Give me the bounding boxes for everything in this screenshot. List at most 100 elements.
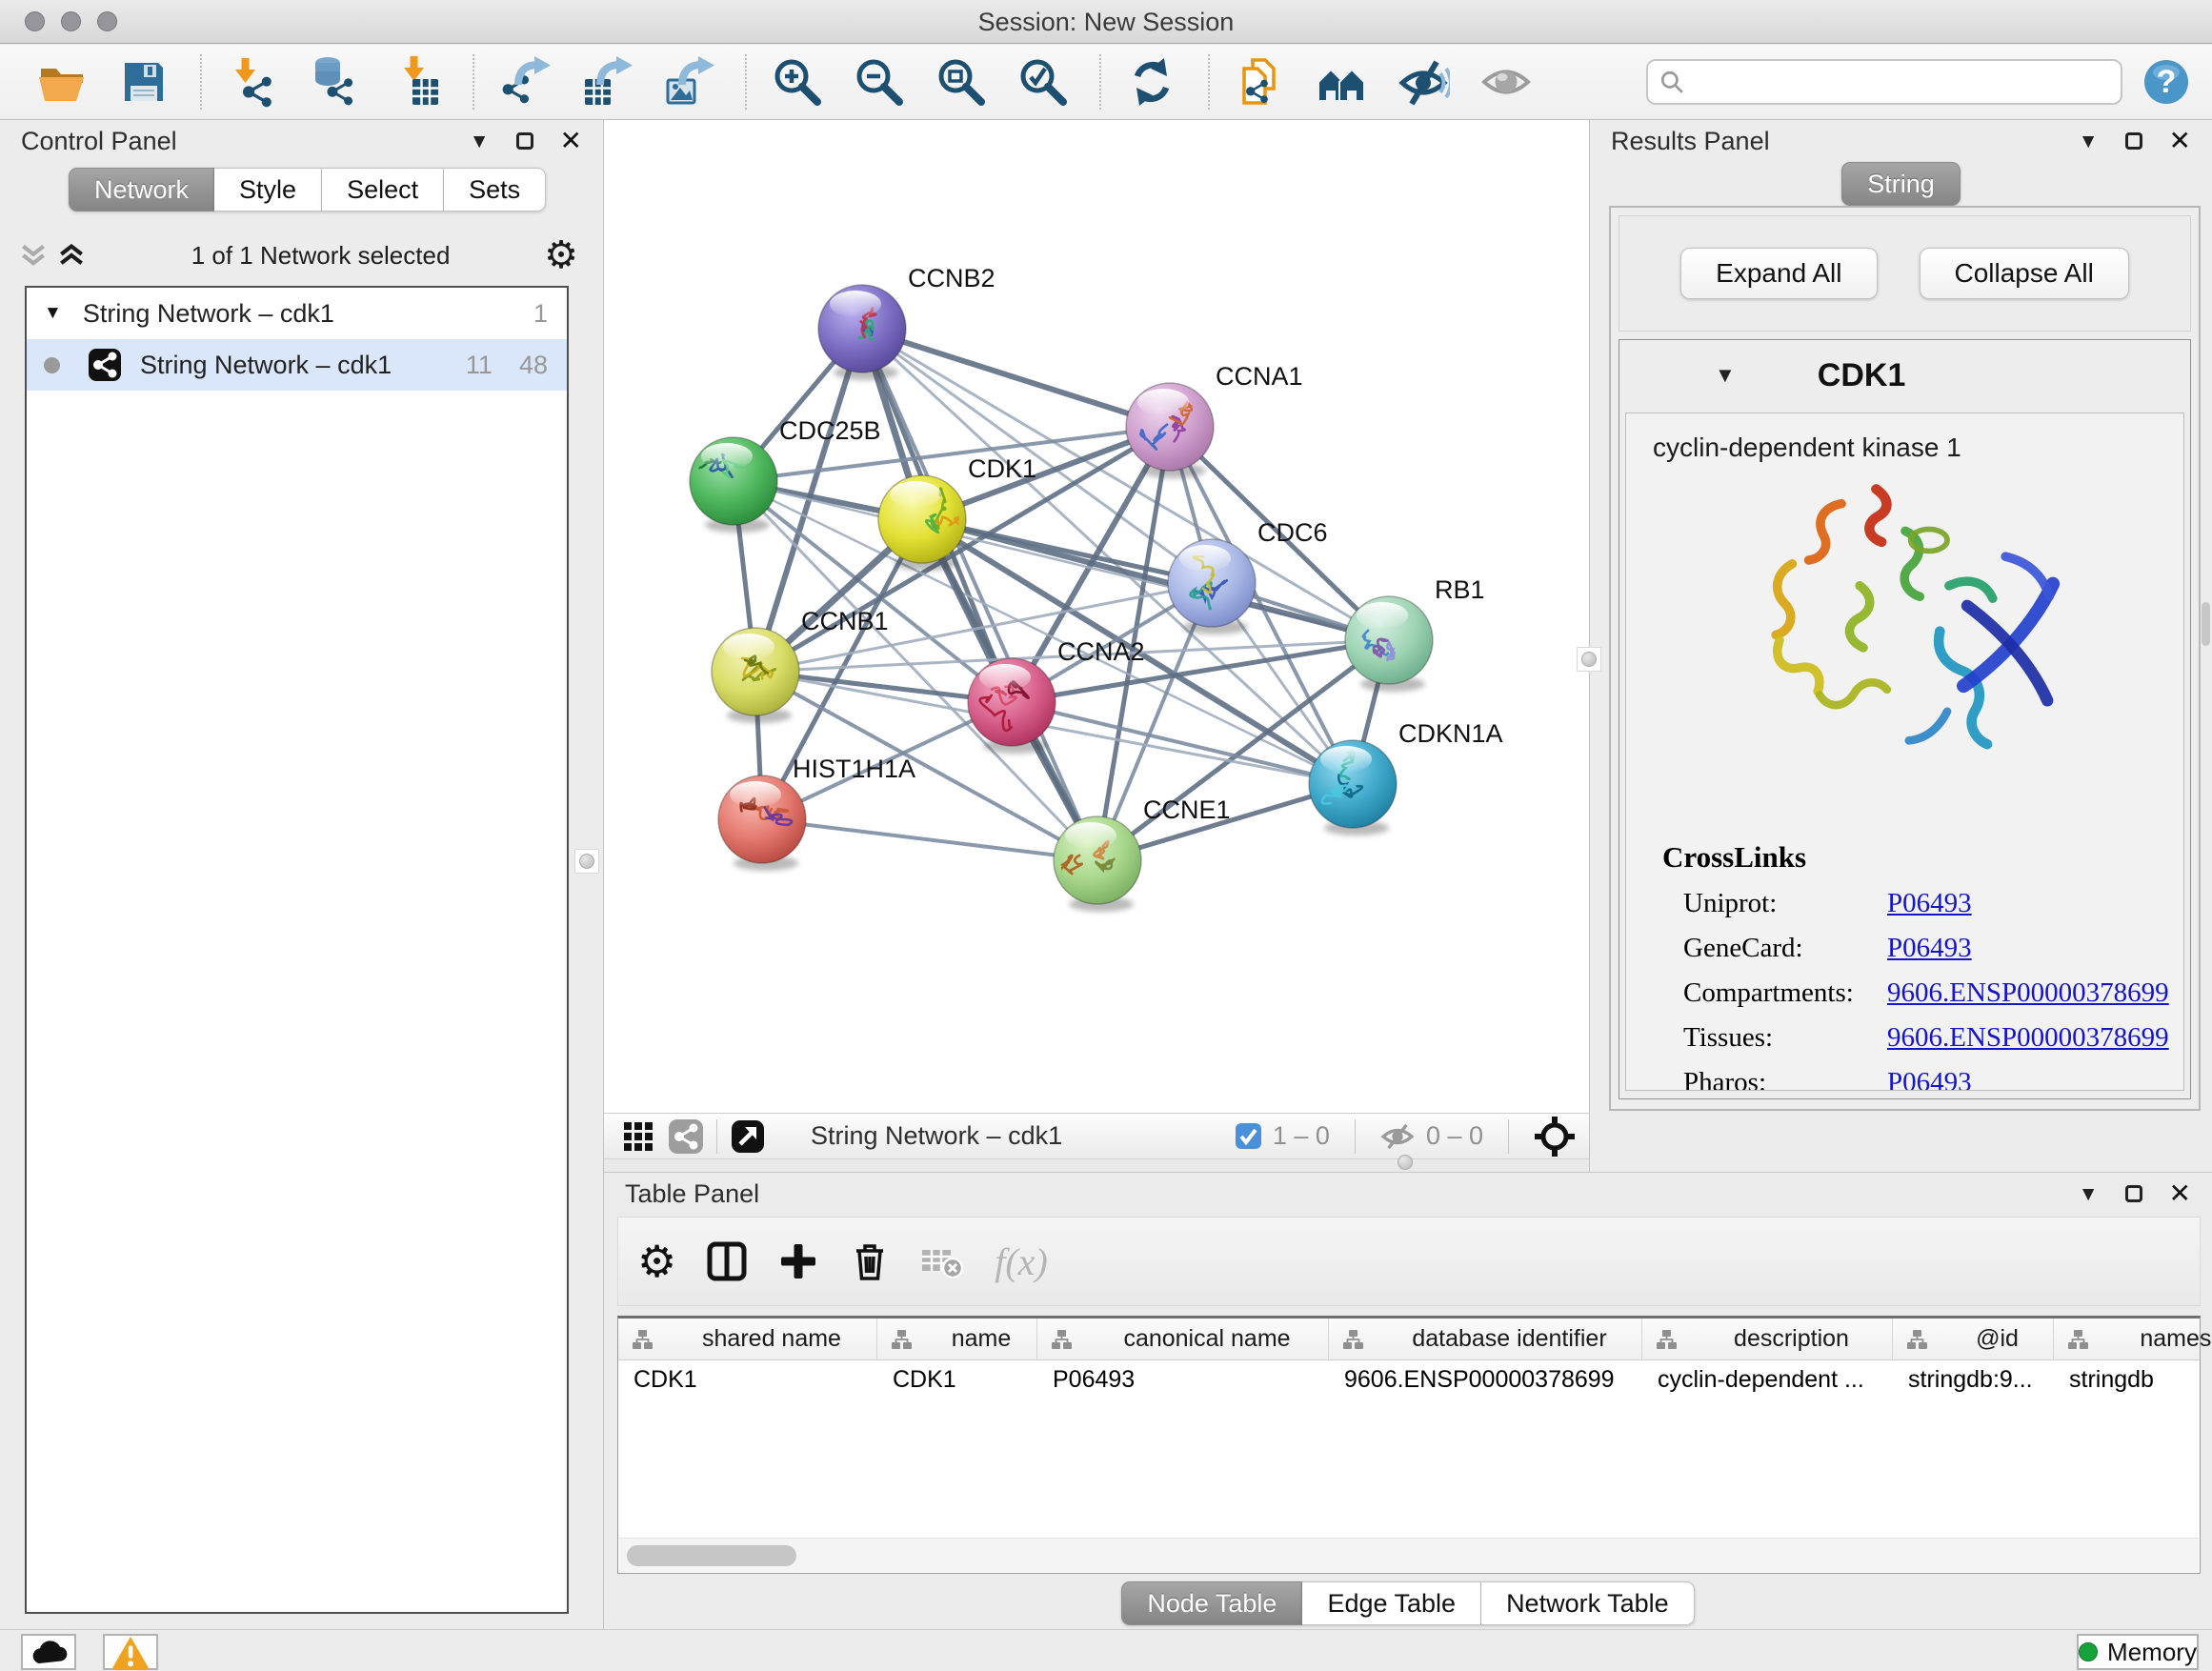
status-bar: Memory: [0, 1629, 2212, 1671]
collapse-all-icon[interactable]: [21, 244, 46, 267]
network-label: String Network – cdk1: [140, 351, 392, 380]
add-column-icon[interactable]: [777, 1240, 819, 1282]
memory-button[interactable]: Memory: [2077, 1634, 2199, 1670]
panel-float-icon[interactable]: [2125, 1185, 2142, 1202]
column-header-shared-name[interactable]: shared name: [618, 1319, 877, 1359]
selected-checkbox-icon[interactable]: [1236, 1123, 1261, 1149]
svg-text:?: ?: [2157, 64, 2177, 100]
tab-string[interactable]: String: [1841, 162, 1961, 206]
network-canvas[interactable]: CCNB2 CCNA1 CDC25B CDK1 CDC6 RB1 CCNB1: [604, 120, 1589, 1113]
first-neighbors-icon[interactable]: [1317, 56, 1368, 108]
delete-column-trash-icon[interactable]: [848, 1239, 892, 1283]
tab-network[interactable]: Network: [69, 168, 214, 211]
birdseye-view-icon[interactable]: [731, 1119, 765, 1154]
grid-view-icon[interactable]: [623, 1121, 654, 1152]
current-network-dot: [44, 357, 60, 373]
panel-close-icon[interactable]: ✕: [560, 128, 582, 154]
export-network-icon[interactable]: [499, 56, 551, 108]
clone-network-icon[interactable]: [1235, 56, 1286, 108]
node-label-RB1: RB1: [1435, 575, 1485, 604]
network-collection-row[interactable]: ▼ String Network – cdk1 1: [27, 288, 567, 339]
network-node-RB1[interactable]: RB1: [1345, 575, 1485, 692]
search-input[interactable]: [1646, 59, 2122, 105]
tab-network-table[interactable]: Network Table: [1481, 1581, 1695, 1625]
node-label-CCNE1: CCNE1: [1143, 795, 1231, 824]
cloud-button[interactable]: [21, 1634, 76, 1670]
network-badge-icon[interactable]: [669, 1119, 703, 1154]
help-icon[interactable]: ?: [2143, 59, 2189, 105]
panel-close-icon[interactable]: ✕: [2169, 1180, 2191, 1207]
results-scrollbar-thumb[interactable]: [2202, 602, 2210, 646]
import-table-icon[interactable]: [391, 56, 442, 108]
disclosure-triangle-icon[interactable]: ▼: [44, 303, 62, 324]
fit-selected-move-icon[interactable]: [1534, 1116, 1576, 1158]
horizontal-splitter[interactable]: [604, 1158, 1589, 1172]
zoom-selected-icon[interactable]: [1017, 56, 1069, 108]
network-node-HIST1H1A[interactable]: HIST1H1A: [718, 755, 915, 871]
node-label-CCNA1: CCNA1: [1216, 362, 1303, 391]
panel-float-icon[interactable]: [2125, 132, 2142, 150]
disclosure-triangle-icon[interactable]: ▼: [1715, 363, 1736, 388]
tab-edge-table[interactable]: Edge Table: [1302, 1581, 1481, 1625]
column-header-database-identifier[interactable]: database identifier: [1329, 1319, 1642, 1359]
collapse-all-button[interactable]: Collapse All: [1920, 248, 2129, 299]
panel-float-icon[interactable]: [516, 132, 533, 150]
export-table-icon[interactable]: [581, 56, 633, 108]
import-database-icon[interactable]: [309, 56, 360, 108]
bottom-splitter-handle[interactable]: [1394, 1155, 1417, 1170]
node-label-CCNB1: CCNB1: [801, 607, 889, 635]
refresh-icon[interactable]: [1126, 56, 1177, 108]
expand-all-button[interactable]: Expand All: [1680, 248, 1877, 299]
column-header-name[interactable]: name: [877, 1319, 1037, 1359]
show-eye-icon[interactable]: [1480, 56, 1532, 108]
open-folder-icon[interactable]: [36, 56, 88, 108]
crosslink-link[interactable]: P06493: [1887, 933, 1972, 964]
warnings-button[interactable]: [103, 1634, 158, 1670]
crosslink-link[interactable]: 9606.ENSP00000378699: [1887, 977, 2169, 1009]
crosslink-link[interactable]: 9606.ENSP00000378699: [1887, 1022, 2169, 1054]
table-settings-gear-icon[interactable]: ⚙: [637, 1239, 676, 1283]
export-image-icon[interactable]: [663, 56, 714, 108]
column-header-canonical-name[interactable]: canonical name: [1037, 1319, 1329, 1359]
network-node-CCNE1[interactable]: CCNE1: [1054, 795, 1231, 912]
gene-description: cyclin-dependent kinase 1: [1626, 413, 2183, 463]
table-cell: CDK1: [877, 1360, 1037, 1400]
tab-node-table[interactable]: Node Table: [1121, 1581, 1302, 1625]
save-icon[interactable]: [118, 56, 170, 108]
network-type-icon: [89, 349, 121, 381]
network-node-CDKN1A[interactable]: CDKN1A: [1309, 719, 1503, 836]
right-splitter-handle[interactable]: [1577, 647, 1601, 672]
column-header-namespace[interactable]: namespace: [2054, 1319, 2212, 1359]
network-view-toolbar: String Network – cdk1 1 – 0 0 – 0: [604, 1113, 1589, 1158]
network-options-gear-icon[interactable]: ⚙: [544, 236, 578, 274]
panel-collapse-icon[interactable]: ▼: [470, 131, 490, 151]
tab-style[interactable]: Style: [214, 168, 322, 211]
left-splitter-handle[interactable]: [574, 849, 599, 874]
tab-sets[interactable]: Sets: [444, 168, 546, 211]
expand-all-icon[interactable]: [59, 244, 84, 267]
hidden-eye-icon[interactable]: [1380, 1122, 1415, 1151]
function-builder-icon: f(x): [995, 1239, 1048, 1284]
panel-close-icon[interactable]: ✕: [2169, 128, 2191, 154]
crosslink-link[interactable]: P06493: [1887, 1067, 1972, 1091]
tab-select[interactable]: Select: [322, 168, 444, 211]
column-header-@id[interactable]: @id: [1893, 1319, 2054, 1359]
table-row[interactable]: CDK1CDK1P064939606.ENSP00000378699cyclin…: [618, 1360, 2200, 1400]
panel-collapse-icon[interactable]: ▼: [2079, 1184, 2099, 1204]
toolbar-separator: [1099, 54, 1101, 110]
crosslink-link[interactable]: P06493: [1887, 888, 1972, 919]
crosslinks-title: CrossLinks: [1626, 840, 2183, 875]
zoom-fit-icon[interactable]: [935, 56, 987, 108]
show-columns-icon[interactable]: [705, 1239, 749, 1283]
network-row-selected[interactable]: String Network – cdk1 11 48: [27, 339, 567, 391]
zoom-out-icon[interactable]: [854, 56, 905, 108]
panel-collapse-icon[interactable]: ▼: [2079, 131, 2099, 151]
zoom-in-icon[interactable]: [772, 56, 823, 108]
import-network-icon[interactable]: [227, 56, 278, 108]
table-hscrollbar-thumb[interactable]: [627, 1545, 796, 1566]
network-node-CCNA1[interactable]: CCNA1: [1126, 362, 1303, 478]
protein-structure-image: [1719, 476, 2091, 791]
column-header-description[interactable]: description: [1642, 1319, 1893, 1359]
gene-section-header[interactable]: ▼ CDK1: [1619, 340, 2190, 411]
hide-eye-icon[interactable]: [1398, 56, 1450, 108]
